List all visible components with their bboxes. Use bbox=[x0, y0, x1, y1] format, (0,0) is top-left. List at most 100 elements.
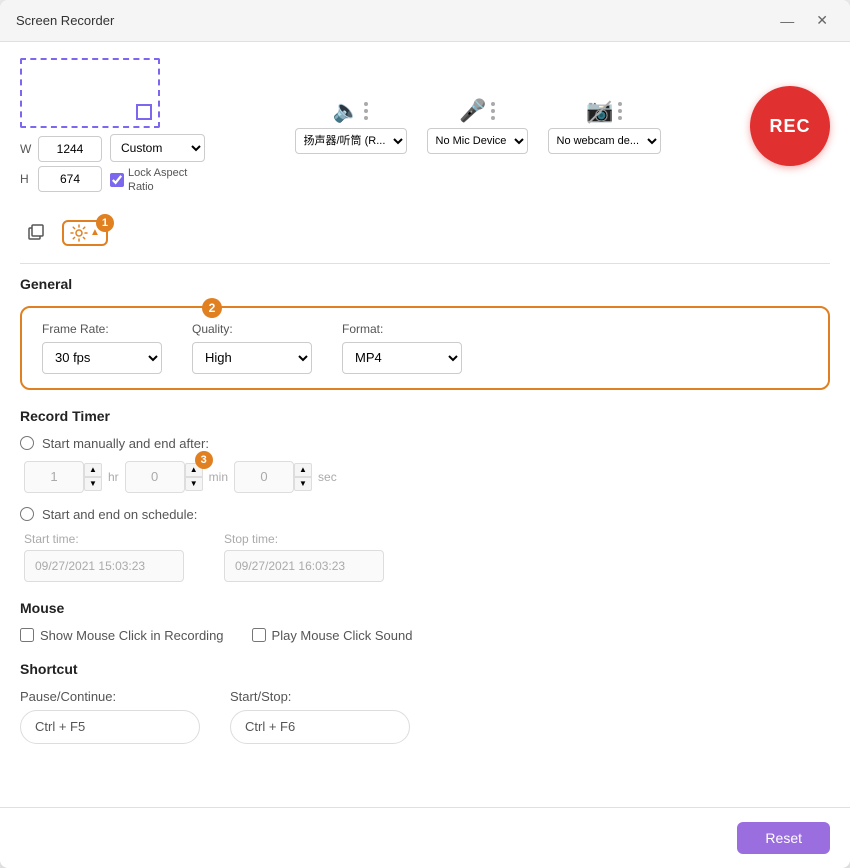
settings-button[interactable]: ▲ 1 bbox=[62, 220, 108, 246]
hr-up-button[interactable]: ▲ bbox=[84, 463, 102, 477]
sec-unit: sec bbox=[318, 470, 337, 484]
schedule-radio[interactable] bbox=[20, 507, 34, 521]
sec-up-button[interactable]: ▲ bbox=[294, 463, 312, 477]
show-click-checkbox[interactable] bbox=[20, 628, 34, 642]
quality-select[interactable]: High Low Medium bbox=[192, 342, 312, 374]
frame-rate-field: Frame Rate: 30 fps 15 fps 20 fps 24 fps … bbox=[42, 322, 162, 374]
close-button[interactable]: ✕ bbox=[810, 10, 834, 31]
webcam-select[interactable]: No webcam de... bbox=[548, 128, 661, 154]
stop-time-field: Stop time: bbox=[224, 532, 384, 582]
preset-select[interactable]: Custom Full Screen 1920x1080 1280x720 bbox=[110, 134, 205, 162]
timer-badge: 3 bbox=[195, 451, 213, 469]
webcam-dots bbox=[618, 102, 622, 120]
start-stop-shortcut-field: Start/Stop: bbox=[230, 689, 410, 744]
quality-label: Quality: bbox=[192, 322, 312, 336]
webcam-device: 📷 No webcam de... bbox=[548, 98, 661, 154]
start-time-label: Start time: bbox=[24, 532, 184, 546]
general-settings-group: 2 Frame Rate: 30 fps 15 fps 20 fps 24 fp… bbox=[20, 306, 830, 390]
format-select[interactable]: MP4 MOV AVI GIF bbox=[342, 342, 462, 374]
divider bbox=[20, 263, 830, 264]
sec-input-group: ▲ ▼ bbox=[234, 461, 312, 493]
speaker-icon: 🔈 bbox=[333, 98, 360, 124]
sec-down-button[interactable]: ▼ bbox=[294, 477, 312, 491]
quality-field: Quality: High Low Medium bbox=[192, 322, 312, 374]
min-input[interactable] bbox=[125, 461, 185, 493]
area-controls-row: W H Custom Full Screen bbox=[20, 134, 205, 195]
start-stop-label: Start/Stop: bbox=[230, 689, 410, 704]
minimize-button[interactable]: — bbox=[774, 10, 800, 31]
settings-badge: 1 bbox=[96, 214, 114, 232]
record-timer-section: Record Timer Start manually and end afte… bbox=[20, 408, 830, 582]
frame-rate-label: Frame Rate: bbox=[42, 322, 162, 336]
main-content: W H Custom Full Screen bbox=[0, 42, 850, 807]
mic-select[interactable]: No Mic Device bbox=[427, 128, 528, 154]
toolbar-row: ▲ 1 bbox=[20, 211, 830, 255]
speaker-select[interactable]: 扬声器/听筒 (R... bbox=[295, 128, 407, 154]
min-input-group: ▲ ▼ 3 bbox=[125, 461, 203, 493]
start-time-field: Start time: bbox=[24, 532, 184, 582]
min-down-button[interactable]: ▼ bbox=[185, 477, 203, 491]
area-selector: W H Custom Full Screen bbox=[20, 58, 205, 195]
stop-time-label: Stop time: bbox=[224, 532, 384, 546]
start-stop-input[interactable] bbox=[230, 710, 410, 744]
record-timer-title: Record Timer bbox=[20, 408, 830, 424]
format-field: Format: MP4 MOV AVI GIF bbox=[342, 322, 462, 374]
title-bar-controls: — ✕ bbox=[774, 10, 834, 31]
area-crosshair bbox=[136, 104, 152, 120]
pause-input[interactable] bbox=[20, 710, 200, 744]
min-unit: min bbox=[209, 470, 228, 484]
hr-down-button[interactable]: ▼ bbox=[84, 477, 102, 491]
mic-device: 🎤 No Mic Device bbox=[427, 98, 528, 154]
speaker-device: 🔈 扬声器/听筒 (R... bbox=[295, 98, 407, 154]
show-click-label: Show Mouse Click in Recording bbox=[40, 628, 224, 643]
manual-option-label: Start manually and end after: bbox=[42, 436, 209, 451]
sec-input[interactable] bbox=[234, 461, 294, 493]
schedule-time-row: Start time: Stop time: bbox=[20, 532, 830, 582]
lock-aspect-checkbox[interactable] bbox=[110, 173, 124, 187]
manual-radio[interactable] bbox=[20, 436, 34, 450]
shortcut-section: Shortcut Pause/Continue: Start/Stop: bbox=[20, 661, 830, 744]
lock-aspect-label: Lock AspectRatio bbox=[128, 166, 187, 195]
shortcut-row: Pause/Continue: Start/Stop: bbox=[20, 689, 830, 744]
play-sound-item: Play Mouse Click Sound bbox=[252, 628, 413, 643]
hr-input-group: ▲ ▼ bbox=[24, 461, 102, 493]
height-input[interactable] bbox=[38, 166, 102, 192]
timer-inputs-row: ▲ ▼ hr ▲ ▼ 3 min bbox=[20, 461, 830, 493]
mic-icon: 🎤 bbox=[459, 98, 486, 124]
stop-time-input[interactable] bbox=[224, 550, 384, 582]
mic-icon-row: 🎤 bbox=[459, 98, 494, 124]
speaker-icon-row: 🔈 bbox=[333, 98, 368, 124]
rec-button[interactable]: REC bbox=[750, 86, 830, 166]
show-click-item: Show Mouse Click in Recording bbox=[20, 628, 224, 643]
webcam-icon: 📷 bbox=[586, 98, 613, 124]
settings-gear-icon bbox=[70, 224, 88, 242]
mouse-checkbox-row: Show Mouse Click in Recording Play Mouse… bbox=[20, 628, 830, 643]
hr-input[interactable] bbox=[24, 461, 84, 493]
height-label: H bbox=[20, 172, 34, 186]
play-sound-checkbox[interactable] bbox=[252, 628, 266, 642]
duplicate-icon bbox=[26, 223, 46, 243]
height-row: H bbox=[20, 166, 102, 192]
pause-shortcut-field: Pause/Continue: bbox=[20, 689, 200, 744]
top-section: W H Custom Full Screen bbox=[20, 58, 830, 195]
area-preview bbox=[20, 58, 160, 128]
preset-dropdown-row: Custom Full Screen 1920x1080 1280x720 bbox=[110, 134, 205, 162]
duplicate-icon-button[interactable] bbox=[20, 217, 52, 249]
dimension-group: W H bbox=[20, 136, 102, 192]
schedule-option-row: Start and end on schedule: bbox=[20, 507, 830, 522]
shortcut-title: Shortcut bbox=[20, 661, 830, 677]
mouse-section: Mouse Show Mouse Click in Recording Play… bbox=[20, 600, 830, 643]
play-sound-label: Play Mouse Click Sound bbox=[272, 628, 413, 643]
footer: Reset bbox=[0, 807, 850, 868]
width-row: W bbox=[20, 136, 102, 162]
start-time-input[interactable] bbox=[24, 550, 184, 582]
pause-label: Pause/Continue: bbox=[20, 689, 200, 704]
schedule-option-label: Start and end on schedule: bbox=[42, 507, 197, 522]
webcam-icon-row: 📷 bbox=[586, 98, 621, 124]
title-bar: Screen Recorder — ✕ bbox=[0, 0, 850, 42]
lock-aspect-row: Lock AspectRatio bbox=[110, 166, 205, 195]
media-section: 🔈 扬声器/听筒 (R... 🎤 bbox=[221, 98, 734, 154]
frame-rate-select[interactable]: 30 fps 15 fps 20 fps 24 fps 60 fps bbox=[42, 342, 162, 374]
width-input[interactable] bbox=[38, 136, 102, 162]
reset-button[interactable]: Reset bbox=[737, 822, 830, 854]
